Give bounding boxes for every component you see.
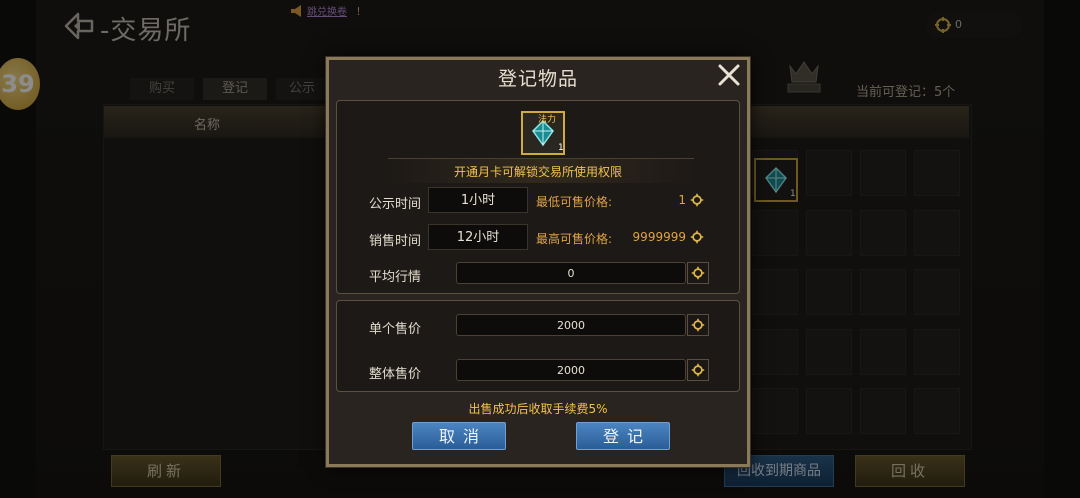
register-button[interactable]: 登记	[576, 422, 670, 450]
unit-price-input[interactable]: 2000	[456, 314, 686, 336]
average-price-field: 0	[456, 262, 686, 284]
item-tag: 法力	[538, 115, 557, 125]
total-price-input[interactable]: 2000	[456, 359, 686, 381]
min-price-label: 最低可售价格:	[536, 195, 613, 209]
max-price-label: 最高可售价格:	[536, 232, 613, 246]
item-count: 1	[558, 143, 564, 153]
unit-price-label: 单个售价	[369, 322, 422, 337]
coin-icon	[690, 230, 704, 244]
close-icon[interactable]	[716, 62, 742, 88]
sale-time-value[interactable]: 12小时	[428, 224, 528, 250]
total-price-label: 整体售价	[369, 367, 422, 382]
average-price-coin	[687, 262, 709, 284]
unit-price-coin	[687, 314, 709, 336]
min-price-value: 1	[678, 193, 686, 207]
max-price-value: 9999999	[632, 230, 686, 244]
coin-icon	[691, 363, 705, 377]
unlock-notice: 开通月卡可解锁交易所使用权限	[453, 165, 622, 179]
fee-notice: 出售成功后收取手续费5%	[468, 402, 608, 416]
average-price-label: 平均行情	[369, 270, 422, 285]
coin-icon	[691, 318, 705, 332]
coin-icon	[690, 193, 704, 207]
sale-time-label: 销售时间	[369, 234, 422, 249]
public-time-label: 公示时间	[369, 197, 422, 212]
dialog-title: 登记物品	[497, 68, 578, 90]
coin-icon	[691, 266, 705, 280]
cancel-button[interactable]: 取消	[412, 422, 506, 450]
public-time-value[interactable]: 1小时	[428, 187, 528, 213]
total-price-coin	[687, 359, 709, 381]
